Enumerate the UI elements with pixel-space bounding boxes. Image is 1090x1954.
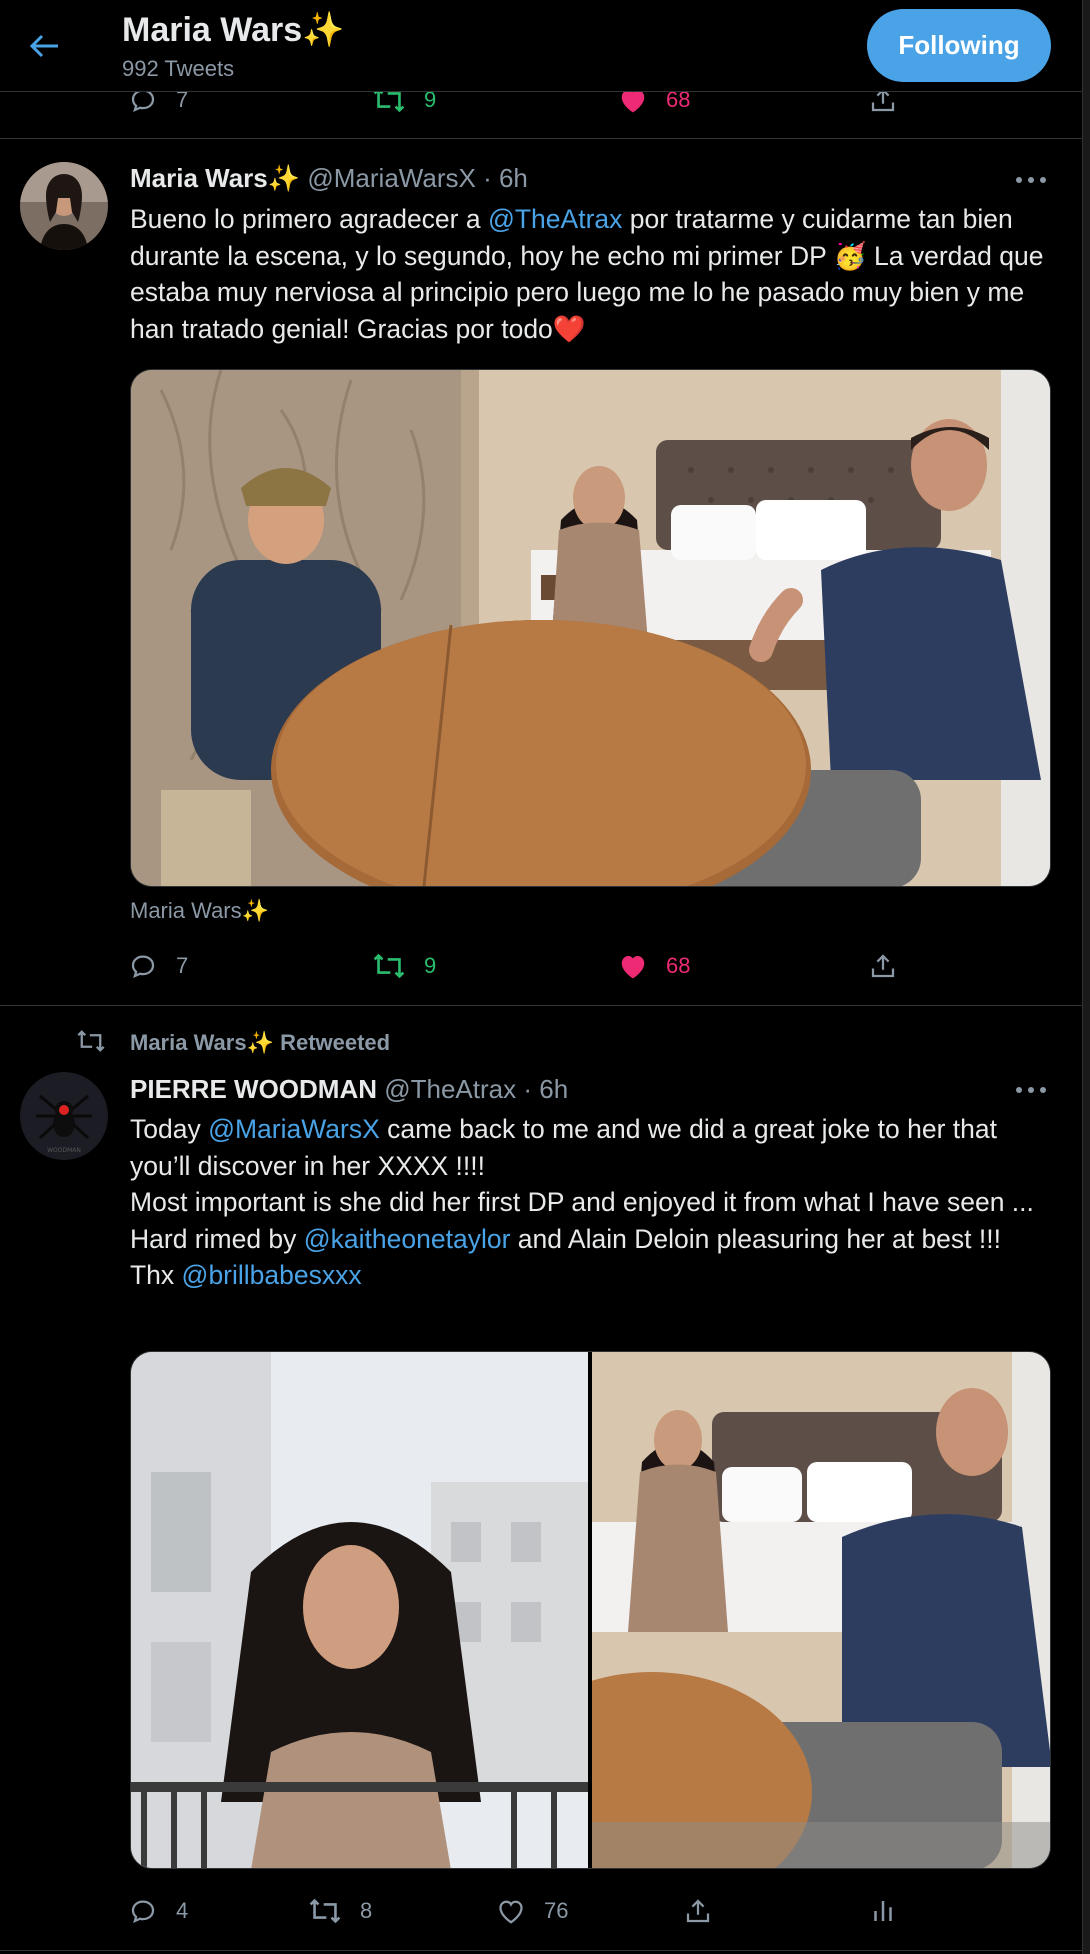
tweet-actions: 4 8 76 — [128, 1891, 908, 1931]
mention-link[interactable]: @kaitheonetaylor — [304, 1224, 511, 1254]
text-segment: and Alain Deloin pleasuring her at best … — [510, 1223, 1001, 1254]
mention-link[interactable]: @MariaWarsX — [208, 1114, 380, 1144]
share-icon — [686, 1899, 710, 1923]
text-line: Today @MariaWarsX came back to me and we… — [130, 1111, 1055, 1184]
text-segment: Today — [130, 1114, 209, 1144]
timeline-column: 7 9 68 Maria Wars✨ 992 Tweets Following — [0, 0, 1082, 1954]
back-button[interactable] — [26, 28, 62, 64]
profile-name: Maria Wars✨ — [122, 11, 345, 49]
retweet-icon — [309, 1898, 341, 1924]
avatar[interactable] — [20, 162, 108, 250]
tweet-text: Bueno lo primero agradecer a @TheAtrax p… — [130, 201, 1055, 347]
like-button[interactable]: 68 — [618, 946, 690, 986]
divider — [0, 138, 1082, 139]
analytics-icon — [874, 1901, 892, 1921]
mention-link[interactable]: @TheAtrax — [488, 204, 622, 234]
retweet-count: 9 — [424, 953, 437, 978]
analytics-button[interactable] — [868, 1891, 916, 1931]
more-icon[interactable] — [1016, 1085, 1046, 1095]
following-button[interactable]: Following — [867, 9, 1051, 82]
reply-icon — [131, 1900, 155, 1923]
share-icon — [871, 954, 895, 978]
author-name[interactable]: Maria Wars✨ — [130, 163, 300, 193]
tweet-photo[interactable] — [131, 1352, 588, 1868]
author-handle[interactable]: @MariaWarsX — [307, 163, 475, 193]
more-icon[interactable] — [1016, 175, 1046, 185]
reply-icon — [131, 955, 155, 978]
tweet-photo[interactable] — [130, 369, 1051, 887]
text-line: Most important is she did her first DP a… — [130, 1187, 1034, 1218]
retweet-indicator-icon — [76, 1028, 106, 1059]
like-count: 68 — [666, 953, 691, 978]
author-name[interactable]: PIERRE WOODMAN — [130, 1074, 377, 1104]
tweet-count: 992 Tweets — [122, 56, 235, 81]
back-arrow-icon — [29, 34, 58, 58]
retweeted-by[interactable]: Maria Wars✨ Retweeted — [130, 1030, 390, 1056]
tweet-time[interactable]: · 6h — [483, 163, 528, 193]
media-caption[interactable]: Maria Wars✨ — [130, 898, 269, 924]
reply-button[interactable]: 7 — [128, 946, 188, 986]
reply-button[interactable]: 4 — [128, 1891, 188, 1931]
retweet-icon — [373, 953, 405, 979]
reply-count: 4 — [176, 1898, 189, 1923]
author-handle[interactable]: @TheAtrax — [384, 1074, 516, 1104]
tweet-time[interactable]: · 6h — [523, 1074, 568, 1104]
text-line: Thx @brillbabesxxx — [130, 1257, 1055, 1294]
text-segment: Hard rimed by — [130, 1223, 304, 1254]
tweet-header: Maria Wars✨ @MariaWarsX · 6h — [130, 163, 528, 194]
divider — [0, 1950, 1082, 1951]
mention-link[interactable]: @brillbabesxxx — [182, 1260, 362, 1290]
text-line: Hard rimed by @kaitheonetaylor and Alain… — [130, 1221, 1055, 1258]
like-count: 76 — [544, 1898, 569, 1923]
share-button[interactable] — [868, 946, 916, 986]
retweet-button[interactable]: 9 — [372, 946, 436, 986]
profile-header: Maria Wars✨ 992 Tweets Following — [0, 0, 1082, 92]
share-button[interactable] — [683, 1891, 731, 1931]
heart-icon — [621, 956, 645, 979]
tweet-header: PIERRE WOODMAN @TheAtrax · 6h — [130, 1074, 568, 1105]
text-segment: Thx — [130, 1260, 182, 1291]
heart-icon — [499, 1900, 523, 1924]
like-button[interactable]: 76 — [496, 1891, 568, 1931]
svg-text:WOODMAN: WOODMAN — [47, 1147, 81, 1154]
avatar[interactable]: WOODMAN — [20, 1072, 108, 1160]
tweet-photo-grid — [130, 1351, 1051, 1869]
retweet-button[interactable]: 8 — [308, 1891, 372, 1931]
divider — [0, 1005, 1082, 1006]
text-segment: Bueno lo primero agradecer a — [130, 204, 488, 234]
reply-count: 7 — [176, 953, 189, 978]
tweet-text: Today @MariaWarsX came back to me and we… — [130, 1111, 1055, 1294]
tweet-actions: 7 9 68 — [128, 946, 908, 986]
tweet-photo[interactable] — [592, 1352, 1050, 1868]
retweet-count: 8 — [360, 1898, 373, 1923]
scrollbar[interactable] — [1082, 0, 1090, 1954]
